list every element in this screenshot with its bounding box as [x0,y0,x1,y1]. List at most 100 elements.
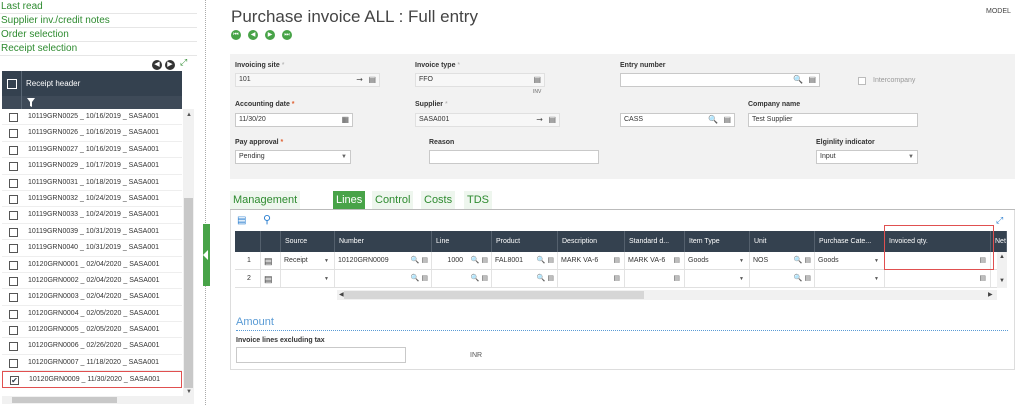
cell-description[interactable]: ▤ [558,270,625,287]
link-receipt-selection[interactable]: Receipt selection [0,42,197,56]
row-checkbox[interactable] [9,113,18,122]
link-supplier-invoices[interactable]: Supplier inv./credit notes [0,14,197,28]
list-item[interactable]: 10120GRN0006 _ 02/26/2020 _ SASA001 [2,338,182,355]
chevron-down-icon[interactable]: ▼ [874,273,879,285]
column-header[interactable]: Item Type [685,231,750,252]
column-header[interactable]: Source [281,231,335,252]
row-checkbox[interactable] [9,342,18,352]
cell-item-type[interactable]: Goods ▼ [685,252,750,269]
tab-lines[interactable]: Lines [333,191,366,209]
cell-number[interactable]: 🔍 ▤ [335,270,432,287]
row-checkbox[interactable] [9,129,18,139]
pay-approval-select[interactable]: Pending ▼ [235,150,351,164]
row-detail-icon[interactable]: ▤ [261,252,281,269]
invoice-lines-field[interactable] [236,347,406,363]
next-record-icon[interactable]: ▶ [265,30,275,40]
cell-line[interactable]: 1000 🔍 ▤ [432,252,492,269]
list-item[interactable]: 10119GRN0031 _ 10/18/2019 _ SASA001 [2,175,182,191]
list-item[interactable]: 10120GRN0001 _ 02/04/2020 _ SASA001 [2,257,182,273]
row-checkbox[interactable] [9,260,18,270]
search-icon[interactable]: 🔍 ▤ [411,273,428,285]
tab-costs[interactable]: Costs [421,191,456,209]
row-checkbox[interactable] [9,293,18,303]
cell-line[interactable]: 🔍 ▤ [432,270,492,287]
scroll-right-icon[interactable]: ▶ [988,291,993,298]
row-checkbox[interactable] [9,244,18,254]
grid-settings-icon[interactable]: ▤ [237,215,246,226]
expand-grid-icon[interactable]: ⤢ [996,215,1003,226]
row-checkbox[interactable] [9,178,18,188]
company-name-field[interactable]: Test Supplier [748,113,918,127]
row-checkbox[interactable] [9,194,18,204]
list-hscroll-thumb[interactable] [12,397,117,403]
invoice-type-field[interactable]: FFO ▤ [415,73,545,87]
row-checkbox[interactable] [9,276,18,286]
grid-hscroll-thumb[interactable] [344,291,644,299]
previous-record-icon[interactable]: ◀ [248,30,258,40]
cell-purchase-cat[interactable]: ▼ [815,270,885,287]
chevron-down-icon[interactable]: ▼ [324,255,329,267]
chevron-down-icon[interactable]: ▼ [739,255,744,267]
row-checkbox[interactable] [9,309,18,319]
cell-purchase-cat[interactable]: Goods ▼ [815,252,885,269]
cell-unit[interactable]: NOS 🔍 ▤ [750,252,815,269]
search-icon[interactable]: 🔍 ▤ [794,273,811,285]
invoicing-site-field[interactable]: 101 ➞ ▤ [235,73,380,87]
link-last-read[interactable]: Last read [0,0,197,14]
list-icon[interactable]: ▤ [673,255,680,267]
cell-description[interactable]: MARK VA-6 ▤ [558,252,625,269]
row-detail-icon[interactable]: ▤ [261,270,281,287]
column-header[interactable]: Unit [750,231,815,252]
cell-invoiced[interactable]: ▤ [885,270,991,287]
chevron-down-icon[interactable]: ▼ [739,273,744,285]
next-icon[interactable]: ▶ [165,60,175,70]
supplier-code-field[interactable]: CASS 🔍 ▤ [620,113,735,127]
prev-icon[interactable]: ◀ [152,60,162,70]
search-icon[interactable]: 🔍 ▤ [471,273,488,285]
expand-icon[interactable]: ⤢ [180,57,187,68]
eligibility-select[interactable]: Input ▼ [816,150,918,164]
list-item[interactable]: 10119GRN0033 _ 10/24/2019 _ SASA001 [2,207,182,224]
column-header[interactable]: Purchase Cate... [815,231,885,252]
list-icon[interactable]: ▤ [613,273,620,285]
list-icon[interactable]: ▤ [613,255,620,267]
reason-field[interactable] [429,150,599,164]
filter-icon[interactable] [27,98,35,107]
column-header[interactable]: Product [492,231,558,252]
list-item[interactable]: 10119GRN0025 _ 10/16/2019 _ SASA001 [2,109,182,126]
chevron-down-icon[interactable]: ▼ [324,273,329,285]
search-icon[interactable]: 🔍 ▤ [411,255,428,267]
list-icon[interactable]: ▤ [979,273,986,285]
row-checkbox[interactable] [9,162,18,172]
list-item[interactable]: 10120GRN0005 _ 02/05/2020 _ SASA001 [2,322,182,339]
cell-product[interactable]: FAL8001 🔍 ▤ [492,252,558,269]
collapse-panel-toggle[interactable] [203,224,210,286]
scroll-left-icon[interactable]: ◀ [339,291,344,298]
search-icon[interactable]: 🔍 ▤ [537,255,554,267]
column-header[interactable]: Number [335,231,432,252]
row-checkbox[interactable] [9,326,18,336]
table-row[interactable]: 2 ▤ ▼ 🔍 ▤ 🔍 ▤ 🔍 ▤ ▤ ▤ ▼ 🔍 ▤ ▼ ▤ [235,270,1007,288]
list-item[interactable]: 10120GRN0002 _ 02/04/2020 _ SASA001 [2,273,182,290]
list-item[interactable]: 10120GRN0007 _ 11/18/2020 _ SASA001 [2,355,182,372]
entry-number-field[interactable]: 🔍 ▤ [620,73,820,87]
column-header[interactable]: Line [432,231,492,252]
scroll-up-icon[interactable]: ▲ [186,112,192,118]
list-item[interactable]: 10119GRN0032 _ 10/24/2019 _ SASA001 [2,191,182,208]
row-checkbox[interactable] [9,211,18,221]
list-scroll-thumb[interactable] [184,198,193,388]
scroll-up-icon[interactable]: ▲ [999,254,1005,260]
list-item[interactable]: 10119GRN0039 _ 10/31/2019 _ SASA001 [2,224,182,241]
link-order-selection[interactable]: Order selection [0,28,197,42]
accounting-date-field[interactable]: 11/30/20 ▦ [235,113,353,127]
column-header[interactable]: Standard d... [625,231,685,252]
search-icon[interactable]: 🔍 ▤ [794,255,811,267]
intercompany-checkbox[interactable] [858,77,866,85]
list-item[interactable]: 10119GRN0026 _ 10/16/2019 _ SASA001 [2,125,182,142]
cell-source[interactable]: Receipt ▼ [281,252,335,269]
list-item[interactable]: 10119GRN0040 _ 10/31/2019 _ SASA001 [2,240,182,257]
scroll-down-icon[interactable]: ▼ [186,389,192,395]
cell-standard[interactable]: ▤ [625,270,685,287]
row-checkbox[interactable]: ✔ [10,376,19,386]
cell-product[interactable]: 🔍 ▤ [492,270,558,287]
